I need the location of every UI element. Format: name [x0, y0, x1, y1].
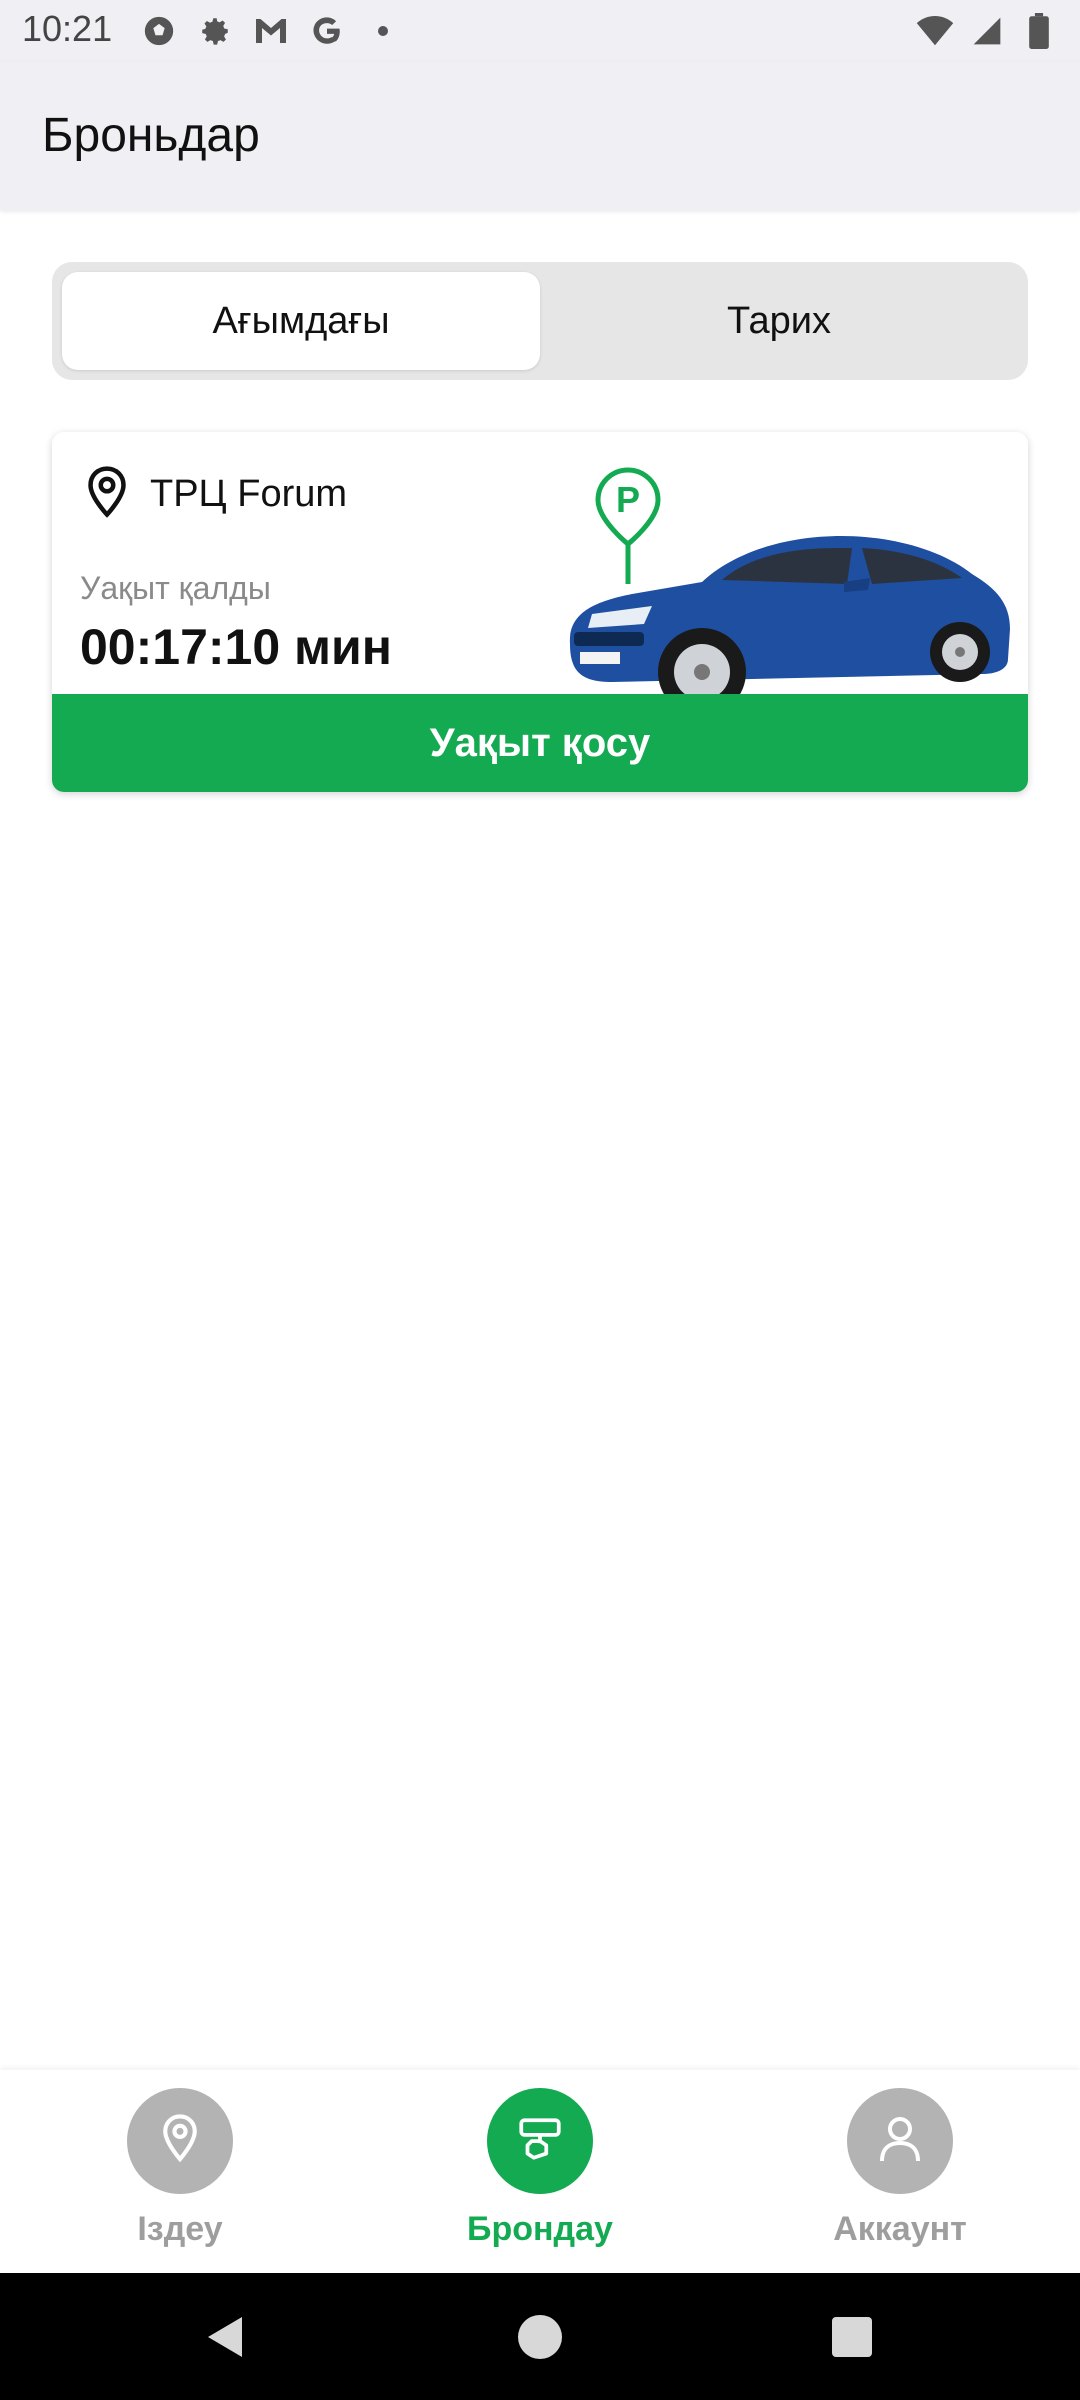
location-pin-icon	[158, 2113, 202, 2170]
location-pin-icon	[86, 466, 128, 523]
battery-icon	[1020, 12, 1058, 50]
extend-time-button[interactable]: Уақыт қосу	[52, 694, 1028, 792]
nav-label-account: Аккаунт	[833, 2210, 967, 2248]
location-name: ТРЦ Forum	[150, 473, 348, 515]
app-bar: Броньдар	[0, 62, 1080, 210]
nav-label-booking: Брондау	[467, 2210, 613, 2248]
back-icon[interactable]	[202, 2313, 250, 2361]
nav-search-circle	[127, 2088, 233, 2194]
home-icon[interactable]	[516, 2313, 564, 2361]
car-illustration: P	[552, 454, 1012, 724]
parking-marker-icon: P	[595, 467, 661, 584]
recents-icon[interactable]	[828, 2313, 876, 2361]
bottom-navigation: Іздеу Брондау Аккаунт	[0, 2070, 1080, 2273]
svg-text:P: P	[616, 479, 640, 520]
booking-card[interactable]: ТРЦ Forum Уақыт қалды 00:17:10 мин P Уақ…	[52, 432, 1028, 792]
booking-hand-icon	[515, 2114, 565, 2169]
nav-account-circle	[847, 2088, 953, 2194]
nav-item-search[interactable]: Іздеу	[60, 2088, 300, 2249]
nav-item-account[interactable]: Аккаунт	[780, 2088, 1020, 2249]
google-icon	[308, 12, 346, 50]
tab-history[interactable]: Тарих	[540, 272, 1018, 370]
tab-current[interactable]: Ағымдағы	[62, 272, 540, 370]
system-nav-bar	[0, 2273, 1080, 2400]
signal-icon	[968, 12, 1006, 50]
gmail-icon	[252, 12, 290, 50]
location-row: ТРЦ Forum	[86, 466, 347, 523]
soccer-ball-icon	[140, 12, 178, 50]
status-bar: 10:21	[0, 0, 1080, 62]
time-left-label: Уақыт қалды	[80, 570, 271, 606]
wifi-icon	[916, 12, 954, 50]
dot-icon	[364, 12, 402, 50]
time-left-value: 00:17:10 мин	[80, 619, 392, 675]
nav-booking-circle	[487, 2088, 593, 2194]
nav-label-search: Іздеу	[137, 2210, 223, 2248]
nav-item-booking[interactable]: Брондау	[420, 2088, 660, 2249]
status-time: 10:21	[22, 8, 113, 49]
gear-icon	[196, 12, 234, 50]
page-title: Броньдар	[42, 109, 260, 162]
tab-switcher: Ағымдағы Тарих	[52, 262, 1028, 380]
user-icon	[876, 2113, 924, 2170]
